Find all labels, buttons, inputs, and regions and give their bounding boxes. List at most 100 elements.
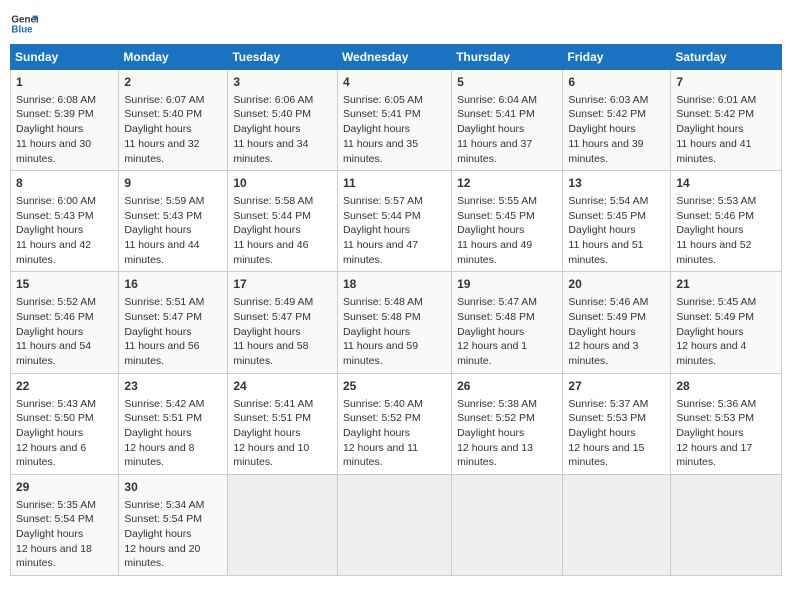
daylight-label: Daylight hours [457,427,524,439]
sunrise: Sunrise: 5:59 AM [124,195,204,207]
calendar-table: SundayMondayTuesdayWednesdayThursdayFrid… [10,44,782,576]
calendar-cell: 9Sunrise: 5:59 AMSunset: 5:43 PMDaylight… [119,171,228,272]
day-number: 20 [568,276,665,293]
daylight-value: 12 hours and 18 minutes. [16,543,92,570]
daylight-value: 12 hours and 20 minutes. [124,543,200,570]
calendar-cell: 22 Sunrise: 5:43 AM Sunset: 5:50 PM Dayligh… [11,373,119,474]
daylight-value: 11 hours and 47 minutes. [343,239,418,266]
daylight-label: Daylight hours [233,427,300,439]
calendar-cell: 11Sunrise: 5:57 AMSunset: 5:44 PMDayligh… [337,171,451,272]
daylight-value: 12 hours and 13 minutes. [457,442,533,469]
sunset: Sunset: 5:44 PM [343,210,421,222]
daylight-value: 11 hours and 39 minutes. [568,138,643,165]
weekday-header-friday: Friday [563,45,671,70]
sunset: Sunset: 5:50 PM [16,412,94,424]
calendar-cell: 25Sunrise: 5:40 AMSunset: 5:52 PMDayligh… [337,373,451,474]
daylight-label: Daylight hours [124,326,191,338]
day-number: 30 [124,479,222,496]
day-number: 23 [124,378,222,395]
calendar-cell: 26Sunrise: 5:38 AMSunset: 5:52 PMDayligh… [452,373,563,474]
daylight-value: 12 hours and 15 minutes. [568,442,644,469]
calendar-cell: 23Sunrise: 5:42 AMSunset: 5:51 PMDayligh… [119,373,228,474]
sunrise: Sunrise: 5:35 AM [16,499,96,511]
sunset: Sunset: 5:46 PM [16,311,94,323]
calendar-cell: 17Sunrise: 5:49 AMSunset: 5:47 PMDayligh… [228,272,338,373]
sunset: Sunset: 5:53 PM [676,412,754,424]
sunset: Sunset: 5:54 PM [124,513,202,525]
daylight-label: Daylight hours [343,123,410,135]
calendar-week-4: 22 Sunrise: 5:43 AM Sunset: 5:50 PM Dayligh… [11,373,782,474]
daylight-value: 11 hours and 54 minutes. [16,340,91,367]
daylight-label: Daylight hours [16,427,83,439]
daylight-value: 12 hours and 17 minutes. [676,442,752,469]
sunset: Sunset: 5:49 PM [568,311,646,323]
daylight-label: Daylight hours [124,528,191,540]
sunrise: Sunrise: 6:07 AM [124,94,204,106]
calendar-cell: 8Sunrise: 6:00 AMSunset: 5:43 PMDaylight… [11,171,119,272]
daylight-label: Daylight hours [457,224,524,236]
day-number: 7 [676,74,776,91]
daylight-label: Daylight hours [233,326,300,338]
daylight-label: Daylight hours [124,123,191,135]
svg-text:Blue: Blue [11,24,33,35]
sunset: Sunset: 5:43 PM [16,210,94,222]
sunset: Sunset: 5:53 PM [568,412,646,424]
weekday-header-tuesday: Tuesday [228,45,338,70]
sunrise: Sunrise: 5:49 AM [233,296,313,308]
day-number: 10 [233,175,332,192]
daylight-value: 11 hours and 30 minutes. [16,138,91,165]
daylight-label: Daylight hours [676,427,743,439]
sunset: Sunset: 5:54 PM [16,513,94,525]
day-number: 16 [124,276,222,293]
calendar-cell: 4Sunrise: 6:05 AMSunset: 5:41 PMDaylight… [337,70,451,171]
sunrise: Sunrise: 5:46 AM [568,296,648,308]
sunset: Sunset: 5:51 PM [233,412,311,424]
page-header: General Blue [10,10,782,38]
sunrise: Sunrise: 5:45 AM [676,296,756,308]
day-number: 22 [16,378,113,395]
sunrise: Sunrise: 5:52 AM [16,296,96,308]
calendar-cell: 6Sunrise: 6:03 AMSunset: 5:42 PMDaylight… [563,70,671,171]
sunset: Sunset: 5:45 PM [457,210,535,222]
daylight-value: 11 hours and 41 minutes. [676,138,751,165]
daylight-label: Daylight hours [16,123,83,135]
daylight-label: Daylight hours [233,224,300,236]
sunrise: Sunrise: 5:43 AM [16,398,96,410]
daylight-value: 11 hours and 35 minutes. [343,138,418,165]
daylight-label: Daylight hours [343,326,410,338]
calendar-cell: 10Sunrise: 5:58 AMSunset: 5:44 PMDayligh… [228,171,338,272]
daylight-label: Daylight hours [343,224,410,236]
sunset: Sunset: 5:42 PM [676,108,754,120]
sunrise: Sunrise: 5:41 AM [233,398,313,410]
daylight-value: 12 hours and 6 minutes. [16,442,86,469]
day-number: 28 [676,378,776,395]
day-number: 27 [568,378,665,395]
daylight-label: Daylight hours [676,326,743,338]
daylight-value: 12 hours and 1 minute. [457,340,527,367]
sunset: Sunset: 5:45 PM [568,210,646,222]
daylight-value: 11 hours and 44 minutes. [124,239,199,266]
day-number: 24 [233,378,332,395]
daylight-value: 12 hours and 3 minutes. [568,340,638,367]
day-number: 18 [343,276,446,293]
sunrise: Sunrise: 5:40 AM [343,398,423,410]
calendar-cell [337,474,451,575]
day-number: 3 [233,74,332,91]
weekday-header-monday: Monday [119,45,228,70]
day-number: 21 [676,276,776,293]
daylight-value: 11 hours and 51 minutes. [568,239,643,266]
day-number: 2 [124,74,222,91]
day-number: 11 [343,175,446,192]
daylight-label: Daylight hours [568,326,635,338]
daylight-label: Daylight hours [343,427,410,439]
calendar-cell: 14Sunrise: 5:53 AMSunset: 5:46 PMDayligh… [671,171,782,272]
daylight-label: Daylight hours [16,528,83,540]
calendar-cell: 3Sunrise: 6:06 AMSunset: 5:40 PMDaylight… [228,70,338,171]
sunrise: Sunrise: 5:34 AM [124,499,204,511]
calendar-cell: 1Sunrise: 6:08 AMSunset: 5:39 PMDaylight… [11,70,119,171]
sunset: Sunset: 5:41 PM [343,108,421,120]
daylight-label: Daylight hours [568,224,635,236]
daylight-label: Daylight hours [16,224,83,236]
daylight-label: Daylight hours [124,427,191,439]
sunset: Sunset: 5:47 PM [124,311,202,323]
